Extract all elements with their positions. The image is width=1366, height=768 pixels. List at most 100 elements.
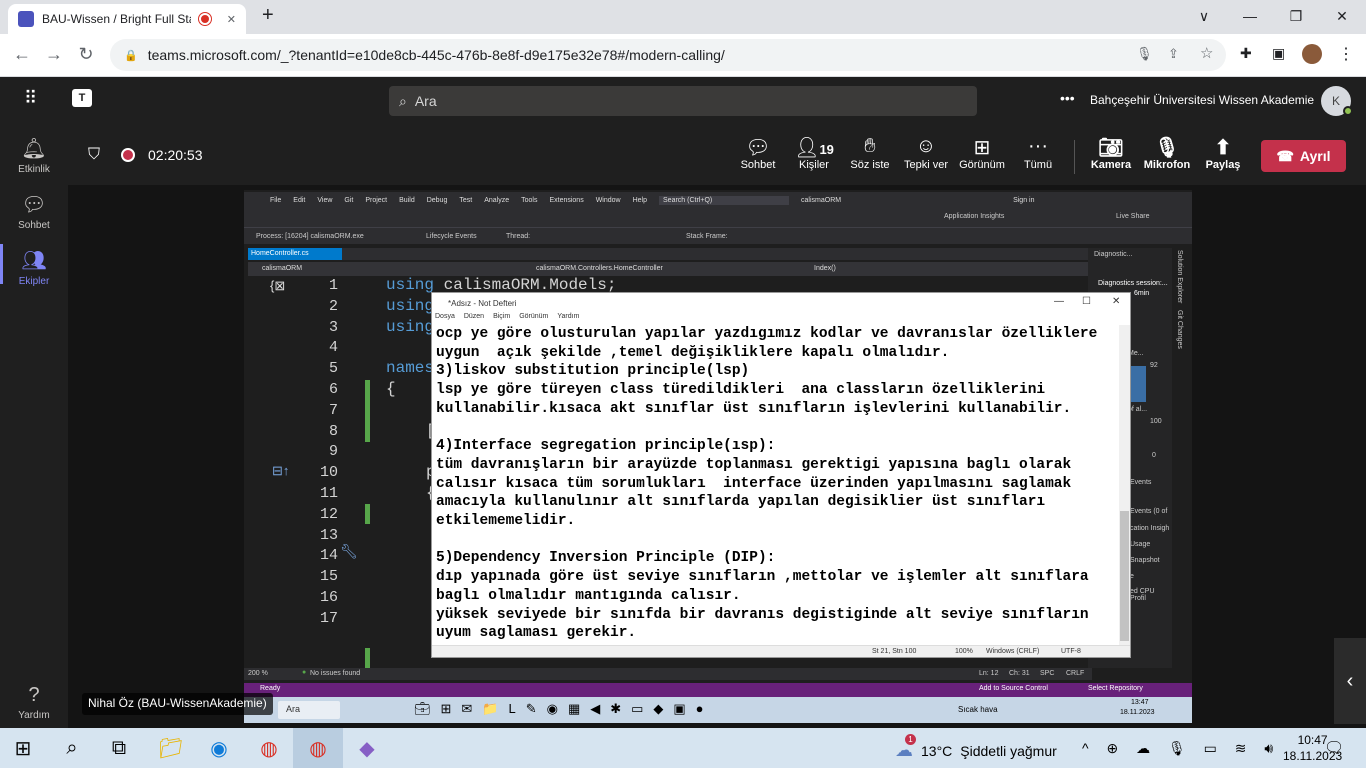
chrome-active-icon[interactable]: ◍ <box>303 733 333 763</box>
reload-icon[interactable]: ↻ <box>74 44 98 65</box>
vs-menu-item[interactable]: Help <box>633 197 647 204</box>
react-button[interactable]: ☺ Tepki ver <box>896 135 956 171</box>
vs-menu-item[interactable]: View <box>317 197 332 204</box>
chevron-left-icon[interactable]: ‹ <box>1334 638 1366 724</box>
vs-menu-item[interactable]: Analyze <box>484 197 509 204</box>
vs-nav-class[interactable]: calismaORM.Controllers.HomeController <box>536 265 663 272</box>
share-button[interactable]: ⬆ Paylaş <box>1193 135 1253 171</box>
vs-menu-item[interactable]: Window <box>596 197 621 204</box>
rail-item-chat[interactable]: 💬︎ Sohbet <box>0 192 68 231</box>
vs-stack-frame[interactable]: Stack Frame: <box>686 233 728 240</box>
notepad-scrollbar[interactable] <box>1119 325 1130 647</box>
notepad-window[interactable]: *Adsız - Not Defteri — ☐ ✕ Dosya Düzen B… <box>431 292 1131 658</box>
tray-icons[interactable]: ^ ⊕ ☁ 🎙︎ ▭ ≋ 🔊︎ <box>1082 740 1280 757</box>
vs-app-insights[interactable]: Application Insights <box>944 213 1004 220</box>
restore-button[interactable]: ❐ <box>1273 0 1319 32</box>
vs-lifecycle[interactable]: Lifecycle Events <box>426 233 506 240</box>
vs-nav-member[interactable]: Index() <box>814 265 836 272</box>
vs-screwdriver-icon[interactable]: 🔧︎ <box>340 543 358 560</box>
notepad-maximize-button[interactable]: ☐ <box>1082 296 1091 307</box>
vs-menu-item[interactable]: File <box>270 197 281 204</box>
task-view-icon[interactable]: ⧉ <box>104 733 134 763</box>
browser-menu-icon[interactable]: ⋮ <box>1338 44 1354 64</box>
notepad-text-area[interactable]: ocp ye göre olusturulan yapılar yazdıgım… <box>436 325 1118 647</box>
app-launcher-icon[interactable]: ⠿ <box>24 88 37 109</box>
browser-tab-active[interactable]: BAU-Wissen / Bright Full Sta ✕ <box>8 4 246 34</box>
windows-icon[interactable]: ⊞ <box>8 733 38 763</box>
close-window-button[interactable]: ✕ <box>1319 0 1365 32</box>
notepad-menu-item[interactable]: Düzen <box>464 313 484 325</box>
edge-icon[interactable]: ◉ <box>204 733 234 763</box>
profile-avatar[interactable] <box>1302 44 1322 64</box>
notepad-close-button[interactable]: ✕ <box>1112 296 1120 307</box>
notepad-minimize-button[interactable]: — <box>1054 296 1064 307</box>
inner-taskbar-apps: 💼︎⊞✉📁L✎◉▦◀✱▭◆▣● <box>414 701 714 716</box>
vs-menu-item[interactable]: Tools <box>521 197 537 204</box>
extensions-icon[interactable]: ✚ <box>1240 45 1252 62</box>
share-page-icon[interactable]: ⇪ <box>1168 46 1179 62</box>
vs-menu-item[interactable]: Git <box>344 197 353 204</box>
more-button[interactable]: ··· Tümü <box>1008 135 1068 171</box>
vs-menu-item[interactable]: Test <box>459 197 472 204</box>
vs-menu-item[interactable]: Build <box>399 197 415 204</box>
search-icon[interactable]: ⌕ <box>57 733 87 763</box>
people-button[interactable]: 👤︎19 Kişiler <box>784 135 844 171</box>
leave-button[interactable]: ☎ Ayrıl <box>1261 140 1346 172</box>
shield-icon[interactable]: ⛉ <box>88 146 100 164</box>
view-button[interactable]: ⊞ Görünüm <box>952 135 1012 171</box>
file-explorer-icon[interactable]: 📁︎ <box>156 733 186 763</box>
notification-center-icon[interactable]: 🗨︎ <box>1324 738 1344 758</box>
notepad-menu-item[interactable]: Dosya <box>435 313 455 325</box>
person-icon: 👤︎19 <box>794 137 834 159</box>
visual-studio-icon[interactable]: ◆ <box>352 733 382 763</box>
url-bar[interactable]: 🔒 teams.microsoft.com/_?tenantId=e10de8c… <box>110 39 1226 71</box>
vs-select-repository[interactable]: Select Repository <box>1088 685 1143 692</box>
more-options-icon[interactable]: ••• <box>1060 90 1075 106</box>
back-icon[interactable]: ← <box>10 44 34 65</box>
vs-process[interactable]: Process: [16204] calismaORM.exe <box>256 233 416 240</box>
tab-close-icon[interactable]: ✕ <box>227 13 236 26</box>
vs-tab-homecontroller[interactable]: HomeController.cs <box>248 248 342 260</box>
minimize-button[interactable]: — <box>1227 0 1273 32</box>
rail-item-teams[interactable]: 👥︎ Ekipler <box>0 248 68 287</box>
rail-item-help[interactable]: ? Yardım <box>0 684 68 721</box>
mic-button[interactable]: 🎙︎ Mikrofon <box>1137 135 1197 171</box>
teams-search-input[interactable]: ⌕ Ara <box>389 86 977 116</box>
vs-git-changes-tab[interactable]: Git Changes <box>1176 310 1183 349</box>
vs-menu-item[interactable]: Debug <box>427 197 448 204</box>
notepad-scroll-thumb[interactable] <box>1120 511 1129 641</box>
vs-col: Ch: 31 <box>1009 670 1030 677</box>
vs-issues[interactable]: No issues found <box>310 670 360 677</box>
notepad-menu-item[interactable]: Görünüm <box>519 313 548 325</box>
mic-permission-icon[interactable]: 🎙 <box>1136 46 1153 62</box>
forward-icon[interactable]: → <box>42 44 66 65</box>
vs-live-share[interactable]: Live Share <box>1116 213 1149 220</box>
vs-thread[interactable]: Thread: <box>506 233 686 240</box>
weather-widget[interactable]: ☁ 1 13°C Şiddetli yağmur <box>895 734 1057 761</box>
camera-button[interactable]: 📷︎ Kamera <box>1081 135 1141 171</box>
side-panel-icon[interactable]: ▣ <box>1272 45 1285 62</box>
vs-nav-project[interactable]: calismaORM <box>262 265 302 272</box>
vs-signin[interactable]: Sign in <box>1013 197 1034 204</box>
vs-menu-item[interactable]: Edit <box>293 197 305 204</box>
raise-hand-button[interactable]: ✋︎ Söz iste <box>840 135 900 171</box>
vs-search-box[interactable]: Search (Ctrl+Q) <box>659 195 790 205</box>
line-number: 4 <box>328 339 338 357</box>
rail-item-activity[interactable]: 🔔︎ Etkinlik <box>0 136 68 175</box>
vs-menu-item[interactable]: Project <box>365 197 387 204</box>
notepad-menu-item[interactable]: Yardım <box>557 313 579 325</box>
new-tab-button[interactable]: + <box>262 4 274 27</box>
line-number: 13 <box>319 526 338 544</box>
notepad-menu-item[interactable]: Biçim <box>493 313 510 325</box>
bookmark-star-icon[interactable]: ☆ <box>1200 44 1213 62</box>
vs-menu-item[interactable]: Extensions <box>549 197 583 204</box>
vs-solution-explorer-tab[interactable]: Solution Explorer <box>1176 250 1183 303</box>
vs-add-source-control[interactable]: Add to Source Control <box>979 685 1048 692</box>
vs-zoom[interactable]: 200 % <box>248 670 268 677</box>
mic-off-icon: 🎙︎ <box>1154 137 1180 159</box>
code-keyword: using <box>386 317 435 336</box>
chrome-icon[interactable]: ◍ <box>254 733 284 763</box>
chat-button[interactable]: 💬︎ Sohbet <box>728 135 788 171</box>
tab-search-icon[interactable]: ∨ <box>1181 0 1227 32</box>
line-number: 1 <box>328 277 338 294</box>
